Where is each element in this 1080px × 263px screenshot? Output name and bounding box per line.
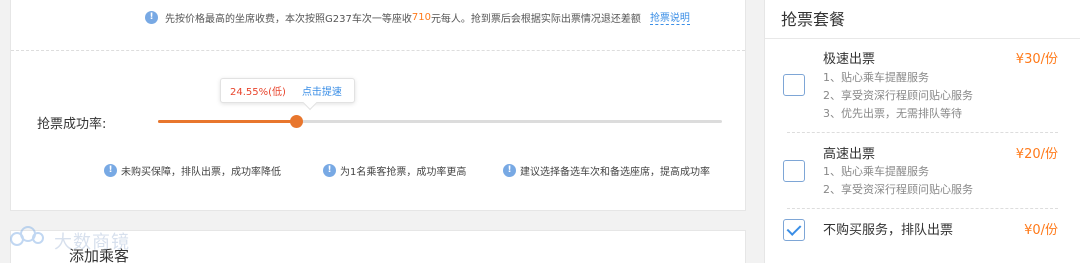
rate-tooltip: 24.55%(低) 点击提速 [220,78,355,111]
package-title: 抢票套餐 [781,10,846,29]
tip-text: 为1名乘客抢票，成功率更高 [340,167,467,178]
ticket-explanation-link[interactable]: 抢票说明 [649,9,690,25]
package-panel: 抢票套餐 极速出票 ¥30/份 1、贴心乘车提醒服务 2、享受资深行程顾问贴心服… [764,0,1080,263]
feature-item: 3、优先出票，无需排队等待 [823,107,962,120]
package-name: 极速出票 [823,52,876,67]
tip-item: ! 未购买保障，排队出票，成功率降低 [104,163,323,178]
rate-percent: 24.55%(低) [230,87,286,98]
notice-text-prefix: 先按价格最高的坐席收费，本次按照G237车次一等座收 [165,13,412,25]
tooltip-arrow [302,95,318,111]
info-icon: ! [503,164,516,177]
info-icon: ! [145,10,158,24]
tip-text: 未购买保障，排队出票，成功率降低 [121,167,281,178]
package-checkbox-none[interactable] [783,219,805,241]
add-passenger-title: 添加乘客 [69,247,130,263]
package-price: ¥0/份 [1024,223,1058,238]
package-features: 1、贴心乘车提醒服务 2、享受资深行程顾问贴心服务 [823,163,973,199]
info-icon: ! [323,164,336,177]
info-icon: ! [104,164,117,177]
notice-price: 710 [411,11,431,23]
tip-item: ! 建议选择备选车次和备选座席，提高成功率 [503,163,710,178]
rate-label: 抢票成功率: [37,117,107,132]
package-features: 1、贴心乘车提醒服务 2、享受资深行程顾问贴心服务 3、优先出票，无需排队等待 [823,69,973,123]
price-notice: ! 先按价格最高的坐席收费，本次按照G237车次一等座收 710 元每人。抢到票后会… [145,9,690,25]
package-checkbox-fast[interactable] [783,160,805,182]
divider [11,50,745,51]
package-name: 高速出票 [823,147,876,162]
package-checkbox-express[interactable] [783,74,805,96]
passenger-card: 添加乘客 [10,230,746,263]
divider [787,208,1058,209]
speed-up-link[interactable]: 点击提速 [302,83,342,98]
feature-item: 1、贴心乘车提醒服务 [823,71,929,84]
feature-item: 1、贴心乘车提醒服务 [823,165,929,178]
rate-slider-fill [158,120,297,123]
notice-text-suffix: 元每人。抢到票后会根据实际出票情况退还差额 [430,13,641,25]
feature-item: 2、享受资深行程顾问贴心服务 [823,89,973,102]
ticket-rate-card: ! 先按价格最高的坐席收费，本次按照G237车次一等座收 710 元每人。抢到票后会… [10,0,746,211]
tips-row: ! 未购买保障，排队出票，成功率降低 ! 为1名乘客抢票，成功率更高 ! 建议选… [104,163,710,178]
rate-slider-thumb[interactable] [290,115,304,128]
divider [765,38,1080,39]
rate-slider[interactable] [158,115,722,128]
feature-item: 2、享受资深行程顾问贴心服务 [823,183,973,196]
tip-text: 建议选择备选车次和备选座席，提高成功率 [520,167,710,178]
package-name: 不购买服务，排队出票 [823,223,954,238]
package-price: ¥20/份 [1015,147,1058,162]
package-price: ¥30/份 [1015,52,1058,67]
divider [787,132,1058,133]
tip-item: ! 为1名乘客抢票，成功率更高 [323,163,503,178]
